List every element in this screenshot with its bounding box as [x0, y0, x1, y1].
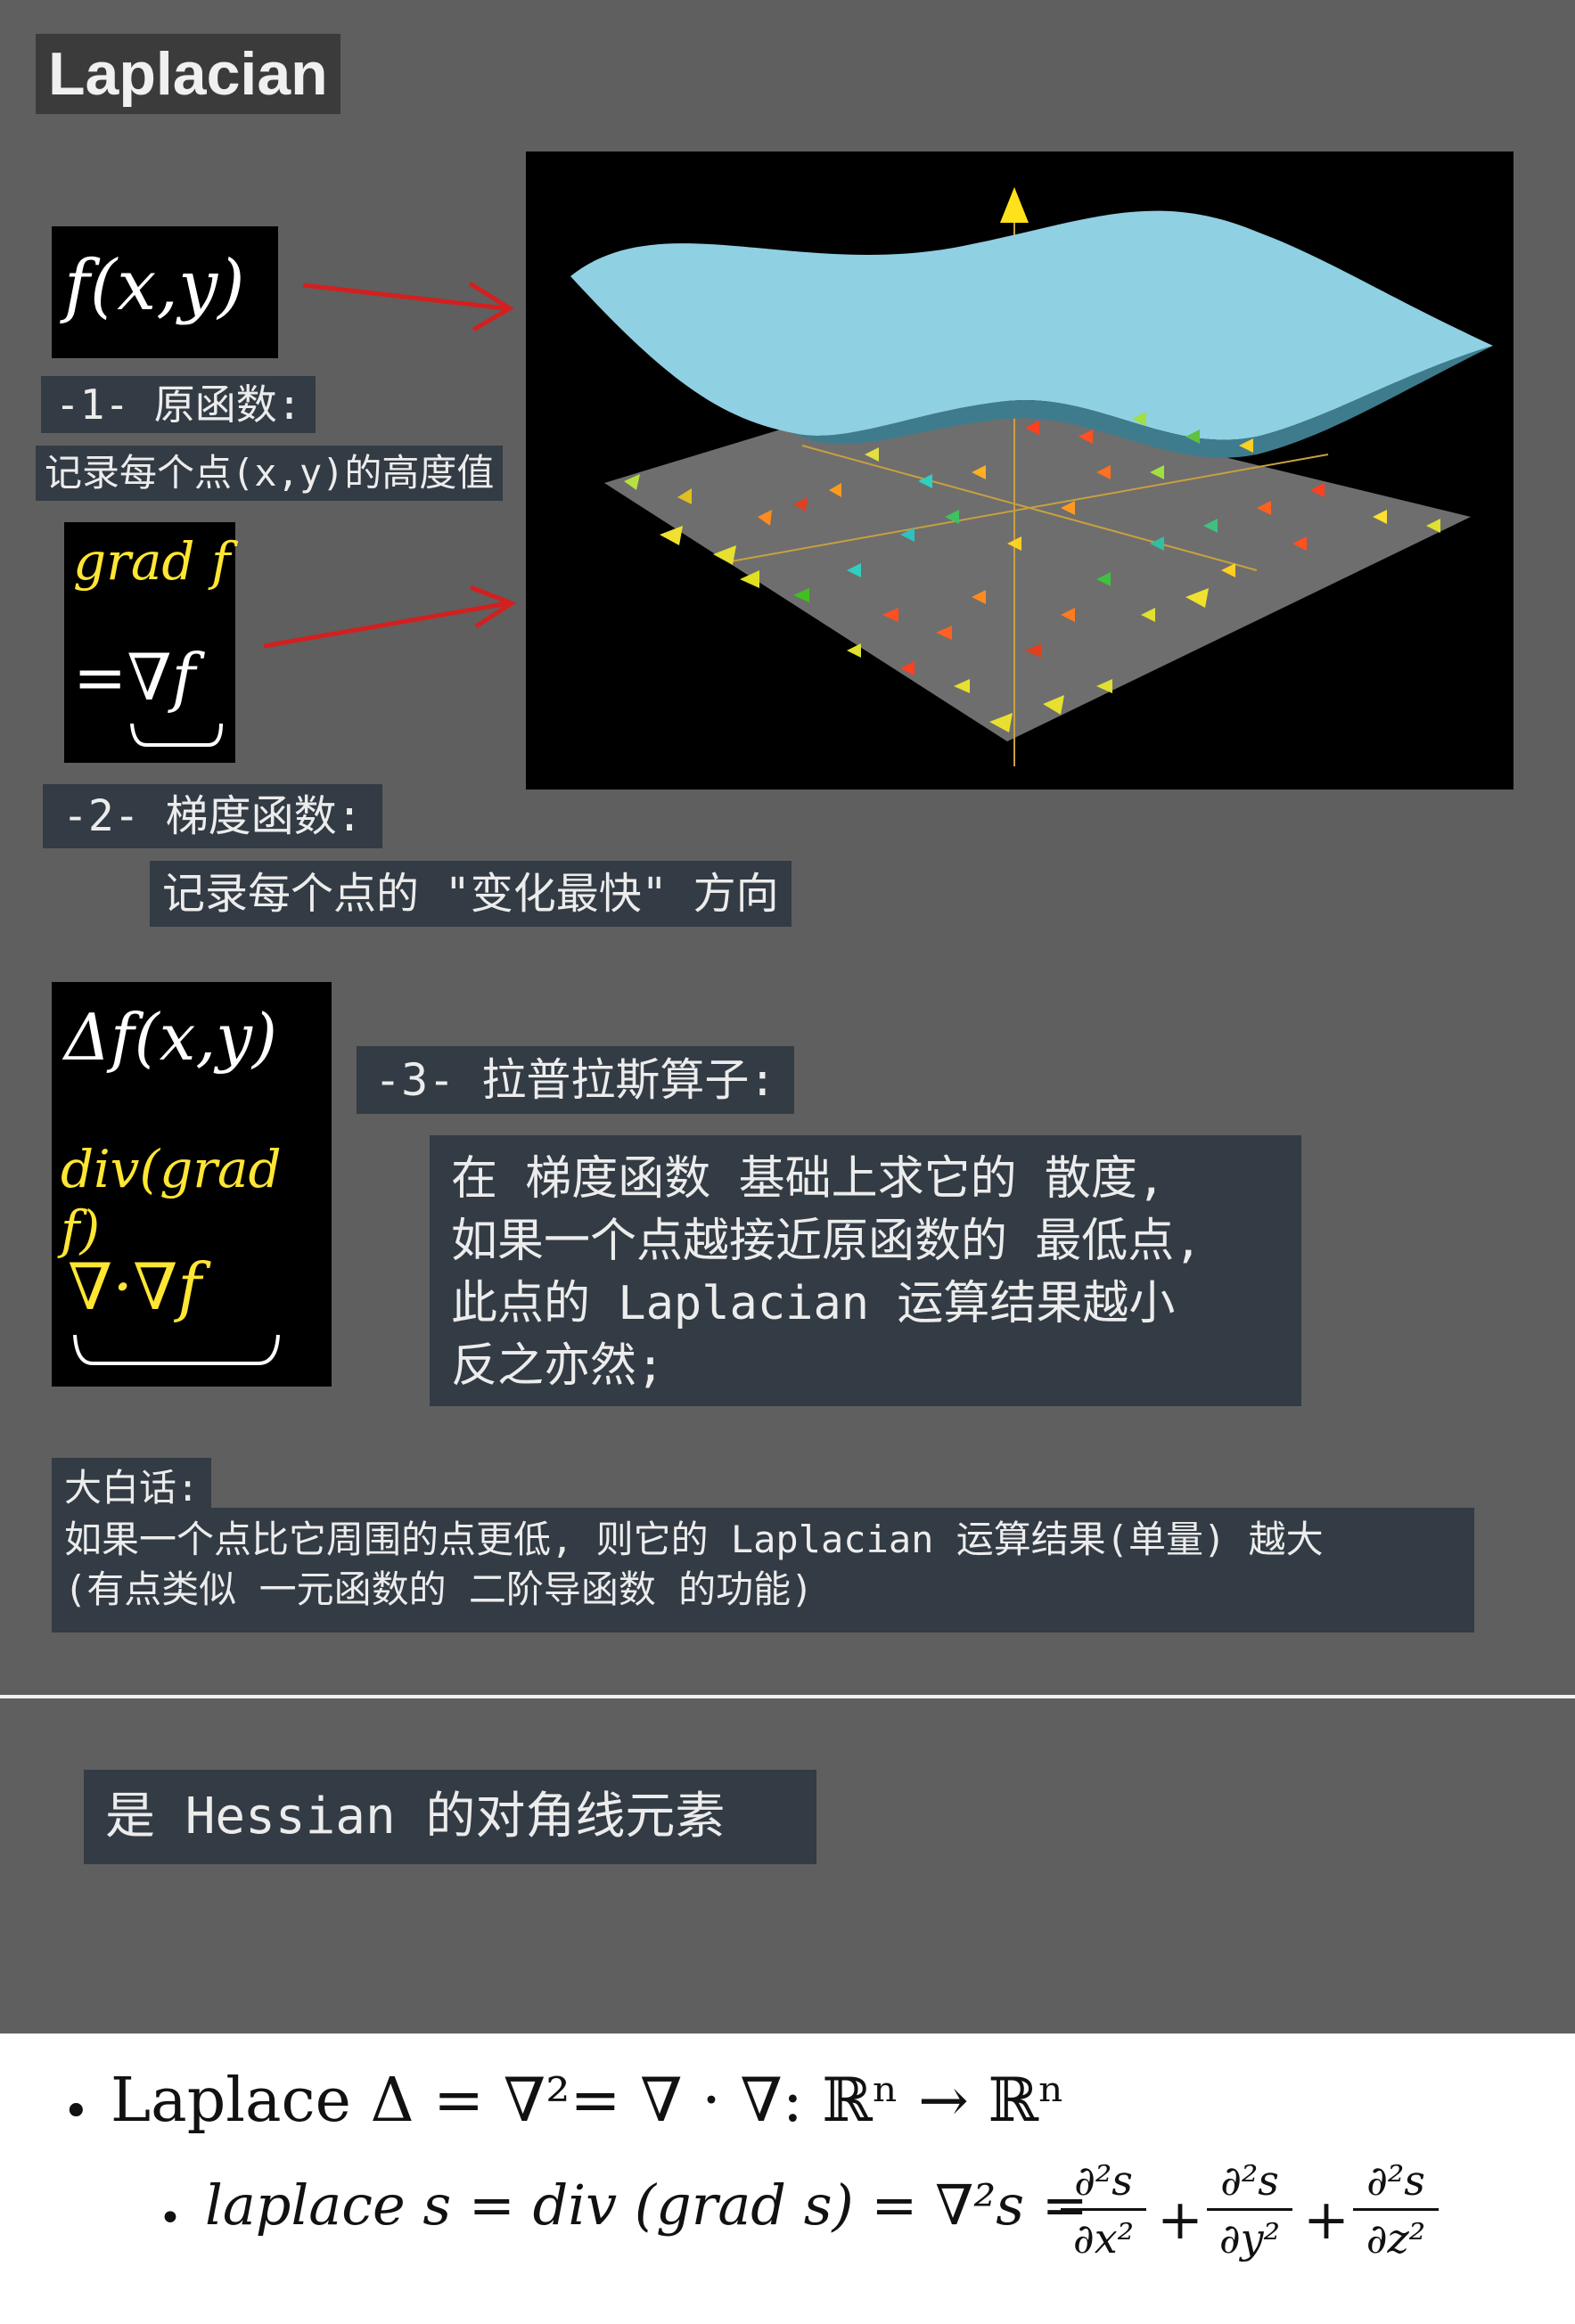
formula-delta-text: Δf(x,y) [64, 1000, 277, 1075]
plus-1: + [1157, 2187, 1203, 2252]
formula-box-f: f(x,y) [52, 226, 278, 358]
formula-div-grad-text: div(grad f) [61, 1139, 282, 1260]
formula-nabla-nabla-text: ∇·∇f [68, 1249, 202, 1324]
underbrace-1 [130, 723, 223, 747]
formula-box-grad: grad f =∇f [64, 522, 235, 763]
section2-desc: 记录每个点的 "变化最快" 方向 [150, 861, 792, 927]
red-arrow-2 [263, 585, 517, 649]
underbrace-2 [73, 1334, 280, 1365]
section3-desc-line-2: 如果一个点越接近原函数的 最低点, [451, 1215, 1202, 1268]
fraction-y: ∂²s ∂y² [1207, 2156, 1292, 2263]
math-band: • Laplace Δ = ∇²= ∇ · ∇: ℝⁿ → ℝⁿ • lapla… [0, 2034, 1575, 2324]
section1-label: -1- 原函数: [41, 376, 316, 433]
section2-label: -2- 梯度函数: [43, 784, 382, 848]
fraction-x-num: ∂²s [1074, 2156, 1133, 2205]
section3-desc-line-3: 此点的 Laplacian 运算结果越小 [451, 1277, 1176, 1330]
gradient-field-figure [526, 151, 1513, 790]
bullet-2-dot: • [159, 2196, 182, 2241]
fraction-z-den: ∂z² [1366, 2214, 1426, 2263]
fraction-x-den: ∂x² [1072, 2214, 1135, 2263]
formula-nabla-f-text: =∇f [73, 640, 195, 715]
plain-box: 如果一个点比它周围的点更低, 则它的 Laplacian 运算结果(单量) 越大… [52, 1508, 1474, 1633]
section3-label: -3- 拉普拉斯算子: [357, 1046, 794, 1114]
hessian-note: 是 Hessian 的对角线元素 [84, 1770, 816, 1864]
formula-nabla-f-span: =∇f [73, 640, 196, 715]
bullet-1-dot: • [62, 2085, 90, 2139]
plain-heading: 大白话: [52, 1458, 212, 1511]
fraction-y-den: ∂y² [1218, 2214, 1281, 2263]
section3-desc-line-1: 在 梯度函数 基础上求它的 散度, [451, 1152, 1166, 1206]
formula-box-laplacian: Δf(x,y) div(grad f) ∇·∇f [52, 982, 332, 1387]
red-arrow-1 [302, 281, 514, 332]
plus-2: + [1303, 2187, 1349, 2252]
fraction-x: ∂²s ∂x² [1061, 2156, 1146, 2263]
plain-line-2: (有点类似 一元函数的 二阶导函数 的功能) [64, 1567, 814, 1611]
formula-f-text: f(x,y) [64, 246, 245, 326]
section3-desc-line-4: 反之亦然; [451, 1339, 665, 1393]
laplace-expansion-lhs: laplace s = div (grad s) = ∇²s = [205, 2173, 1088, 2238]
section1-desc: 记录每个点(x,y)的高度值 [36, 446, 504, 501]
section3-desc-box: 在 梯度函数 基础上求它的 散度, 如果一个点越接近原函数的 最低点, 此点的 … [430, 1135, 1301, 1406]
fraction-z: ∂²s ∂z² [1353, 2156, 1439, 2263]
fraction-y-num: ∂²s [1220, 2156, 1279, 2205]
page-title: Laplacian [36, 34, 340, 114]
formula-grad-text: grad f [73, 531, 231, 592]
fraction-z-num: ∂²s [1366, 2156, 1425, 2205]
plain-line-1: 如果一个点比它周围的点更低, 则它的 Laplacian 运算结果(单量) 越大 [64, 1518, 1324, 1561]
laplace-definition: Laplace Δ = ∇²= ∇ · ∇: ℝⁿ → ℝⁿ [111, 2066, 1065, 2136]
section-divider [0, 1695, 1575, 1698]
